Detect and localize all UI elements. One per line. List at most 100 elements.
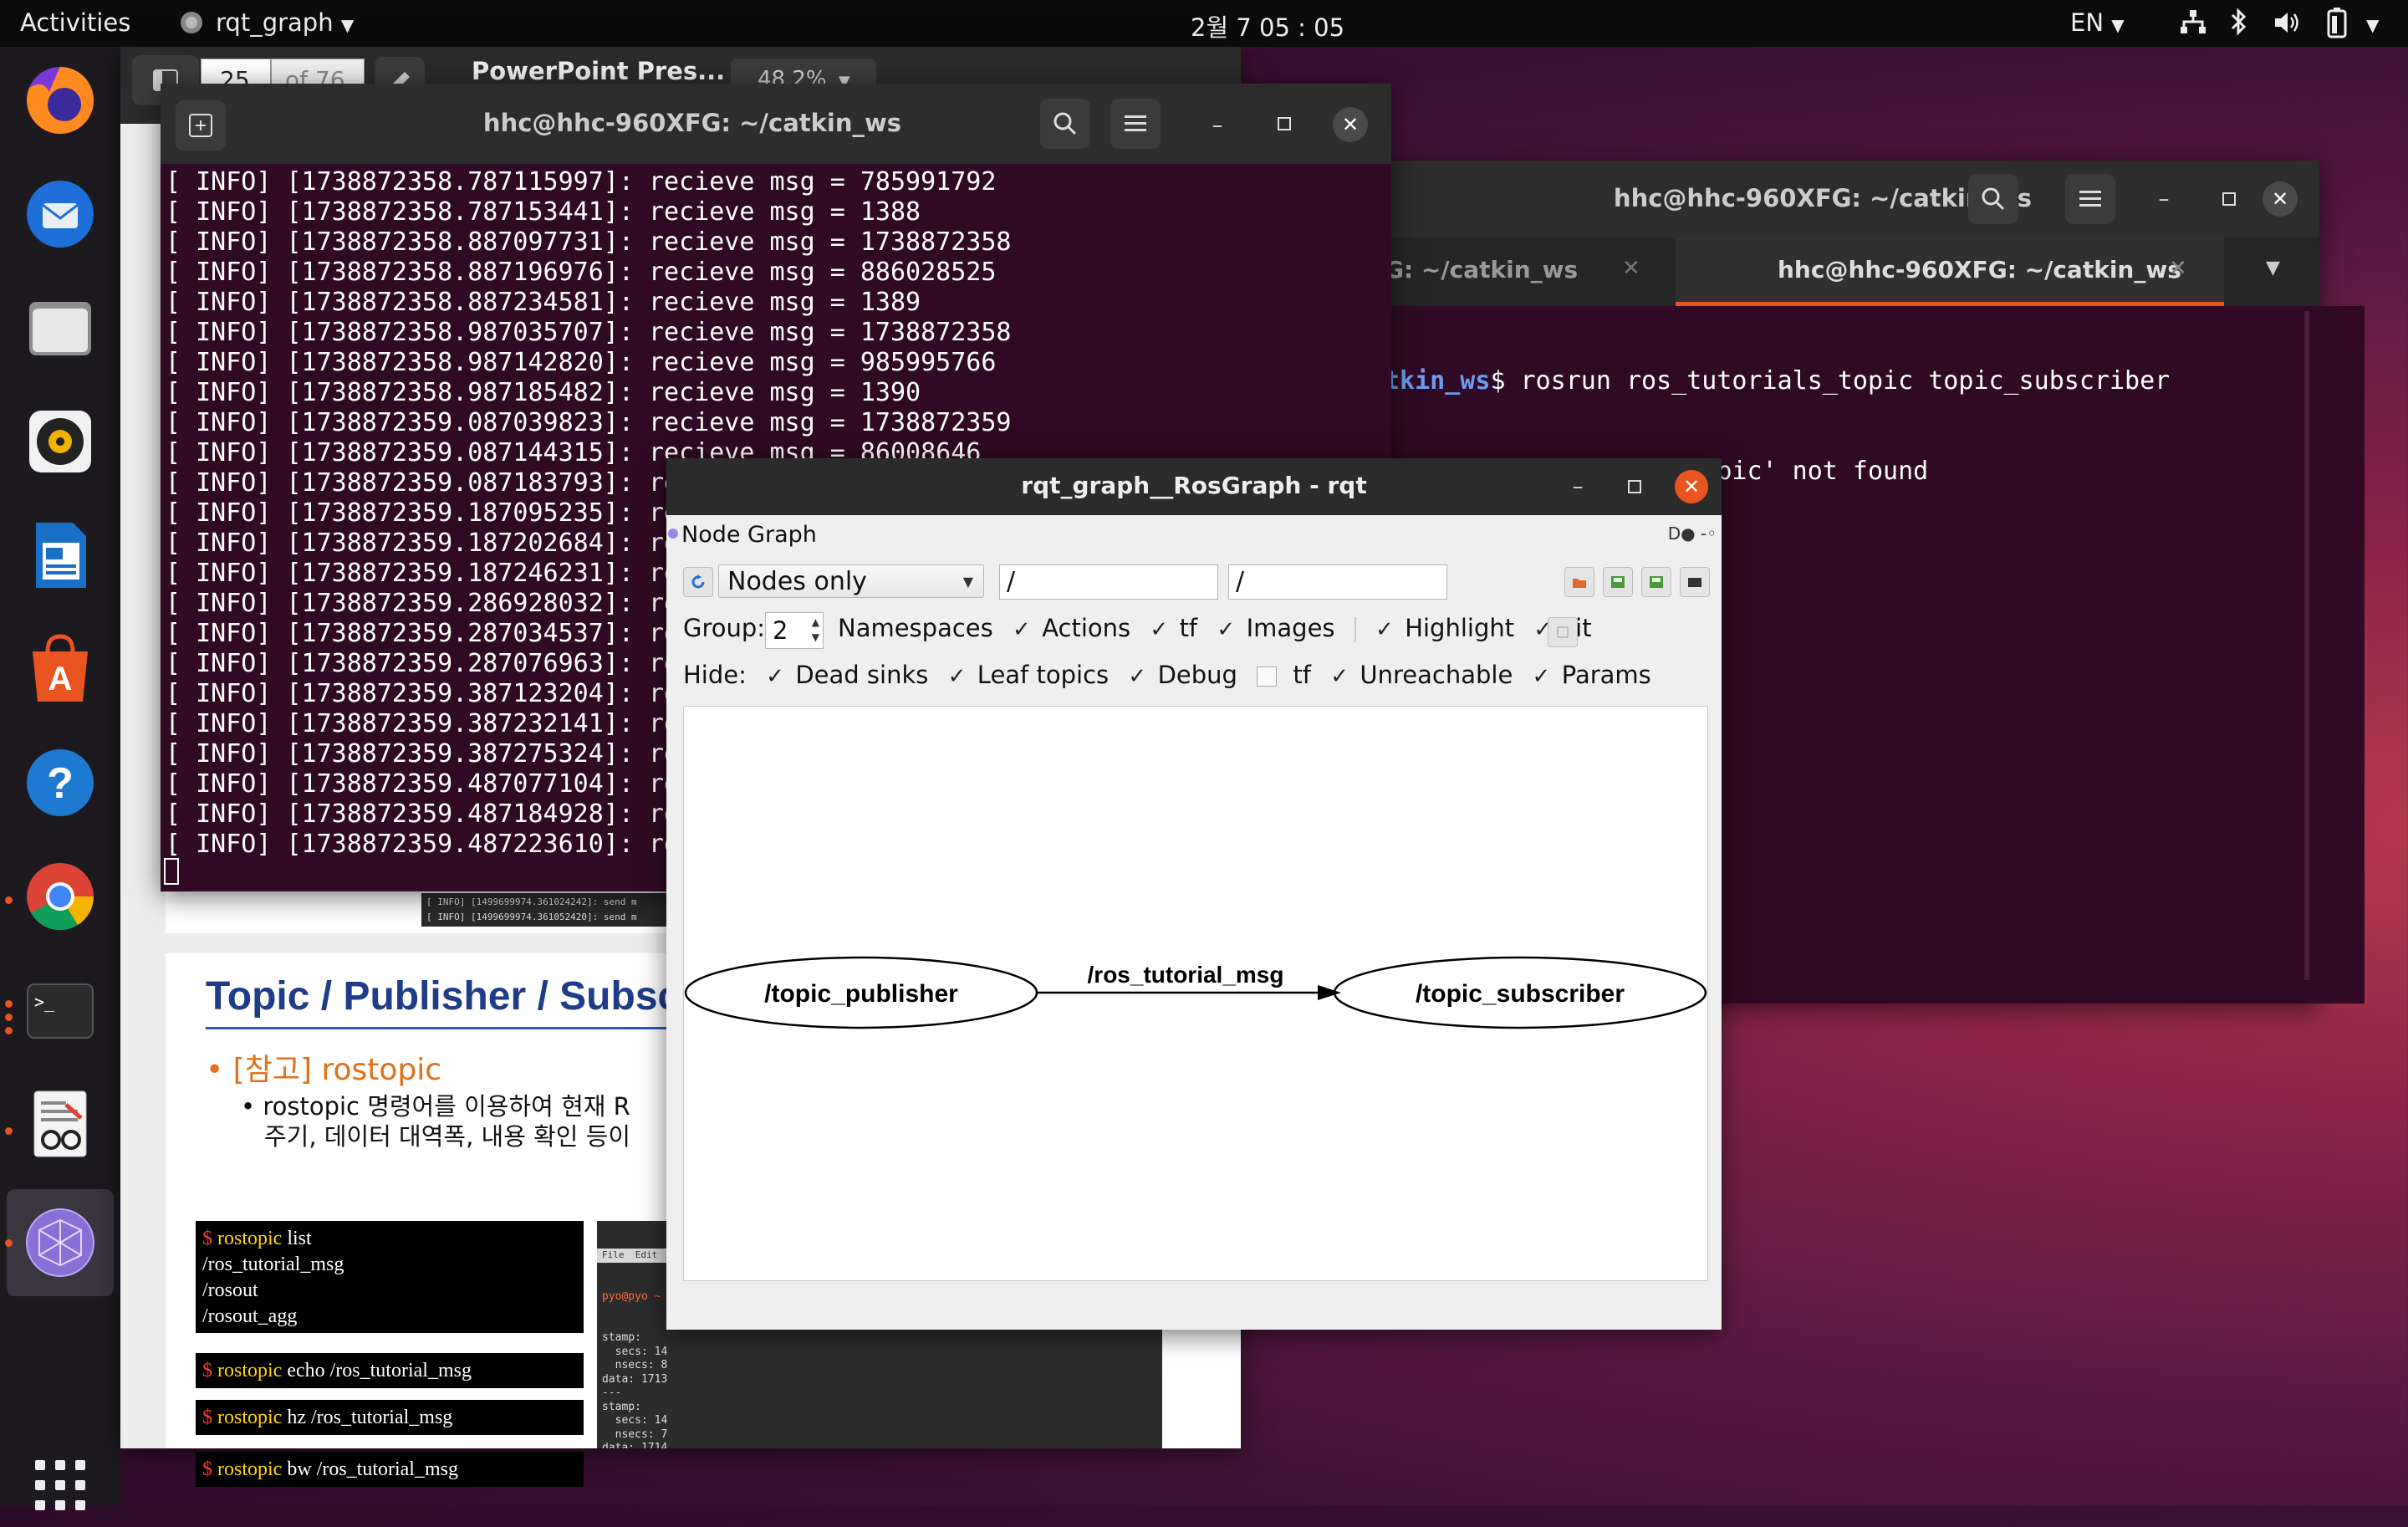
node-topic-subscriber[interactable]: /topic_subscriber: [1333, 956, 1707, 1029]
dollar-sign: $: [202, 1360, 212, 1381]
load-dot-icon[interactable]: [1564, 567, 1594, 597]
top-bar: Activities rqt_graph ▼ 2월 7 05 : 05 EN ▼…: [0, 0, 2408, 47]
images-checkbox[interactable]: ✓: [1217, 619, 1238, 641]
chevron-down-icon: ▼: [340, 15, 355, 35]
terminal-line: [ INFO] [1738872358.987185482]: recieve …: [166, 378, 921, 407]
namespace-filter-input[interactable]: /: [999, 564, 1218, 600]
code-box-bw: $ rostopic bw /ros_tutorial_msg: [196, 1452, 584, 1487]
code-keyword: rostopic: [217, 1228, 283, 1249]
debug-label: Debug: [1157, 661, 1237, 689]
language-menu[interactable]: EN ▼: [2070, 8, 2125, 37]
maximize-icon[interactable]: [1268, 107, 1301, 140]
terminal-icon[interactable]: >_: [18, 968, 102, 1052]
echo-line: stamp:: [602, 1331, 641, 1344]
minimize-icon[interactable]: –: [2147, 182, 2181, 216]
tf-checkbox[interactable]: ✓: [1150, 619, 1171, 641]
tabs-dropdown-icon[interactable]: ▼: [2266, 258, 2280, 278]
help-icon[interactable]: ?: [18, 741, 102, 825]
images-label: Images: [1246, 614, 1335, 642]
unreachable-checkbox[interactable]: ✓: [1330, 666, 1352, 687]
minimize-icon[interactable]: –: [1561, 470, 1594, 503]
group-label: Group:: [683, 614, 766, 642]
node-graph-panel-header: Node Graph D● -◦: [666, 520, 1722, 550]
document-viewer-icon[interactable]: [18, 1082, 102, 1166]
spin-arrows-icon[interactable]: ▲ ▼: [812, 615, 819, 645]
slide-small-terminal: [ INFO] [1499699974.361024242]: send m [ …: [421, 893, 697, 927]
params-checkbox[interactable]: ✓: [1533, 666, 1554, 687]
leaf-topics-label: Leaf topics: [977, 661, 1110, 689]
cursor: [164, 858, 179, 885]
close-icon[interactable]: ✕: [1333, 107, 1368, 142]
scrollbar[interactable]: [2304, 311, 2309, 980]
new-tab-icon[interactable]: [176, 100, 226, 151]
clock[interactable]: 2월 7 05 : 05: [1191, 8, 1344, 43]
tf-hide-checkbox[interactable]: [1257, 666, 1278, 687]
save-svg-icon[interactable]: [1641, 567, 1671, 597]
firefox-icon[interactable]: [18, 59, 102, 142]
app-menu-label: rqt_graph: [216, 8, 334, 37]
save-image-icon[interactable]: [1680, 567, 1710, 597]
chrome-icon[interactable]: [18, 855, 102, 938]
terminal-tabbar: G: ~/catkin_ws ✕ hhc@hhc-960XFG: ~/catki…: [1326, 237, 2319, 306]
terminal-back-title: hhc@hhc-960XFG: ~/catkin_ws: [1613, 184, 2033, 212]
files-icon[interactable]: [18, 286, 102, 370]
panel-controls[interactable]: D● -◦: [1668, 523, 1717, 544]
hamburger-menu-icon[interactable]: [2065, 174, 2115, 224]
tf-label: tf: [1179, 614, 1198, 642]
thunderbird-icon[interactable]: [18, 172, 102, 256]
show-applications-icon[interactable]: [18, 1443, 102, 1527]
terminal-front-titlebar: hhc@hhc-960XFG: ~/catkin_ws – ✕: [161, 84, 1391, 164]
maximize-icon[interactable]: [2212, 182, 2246, 216]
terminal-tab-2[interactable]: hhc@hhc-960XFG: ~/catkin_ws ✕: [1676, 237, 2224, 306]
refresh-icon[interactable]: [683, 567, 713, 597]
tab-close-icon[interactable]: ✕: [2169, 256, 2187, 281]
rqt-plugin-icon: [668, 529, 678, 539]
slide-bullet-2-cont: 주기, 데이터 대역폭, 내용 확인 등이: [264, 1122, 631, 1151]
debug-checkbox[interactable]: ✓: [1128, 666, 1150, 687]
dead-sinks-checkbox[interactable]: ✓: [766, 666, 788, 687]
software-center-icon[interactable]: A: [18, 627, 102, 711]
maximize-icon[interactable]: [1618, 470, 1651, 503]
echo-line: nsecs: 7: [602, 1427, 668, 1441]
echo-line: ---: [602, 1387, 622, 1399]
volume-icon[interactable]: [2273, 8, 2303, 43]
node-topic-publisher[interactable]: /topic_publisher: [684, 956, 1038, 1029]
edge-ros-tutorial-msg[interactable]: /ros_tutorial_msg: [1037, 962, 1341, 1000]
code-keyword: rostopic: [217, 1360, 283, 1381]
edge-label: /ros_tutorial_msg: [1088, 962, 1284, 988]
search-icon[interactable]: [1968, 174, 2018, 224]
namespaces-label: Namespaces: [838, 614, 993, 642]
writer-icon[interactable]: [18, 513, 102, 597]
highlight-label: Highlight: [1405, 614, 1515, 642]
topic-filter-input[interactable]: /: [1228, 564, 1447, 600]
bluetooth-icon[interactable]: [2229, 7, 2249, 43]
graph-canvas[interactable]: /topic_publisher /ros_tutorial_msg /topi…: [683, 706, 1708, 1281]
group-spinbox[interactable]: 2 ▲ ▼: [765, 612, 824, 649]
code-box-hz: $ rostopic hz /ros_tutorial_msg: [196, 1400, 584, 1435]
battery-icon[interactable]: [2326, 7, 2348, 44]
highlight-checkbox[interactable]: ✓: [1375, 619, 1397, 641]
terminal-line: [ INFO] [1738872358.887097731]: recieve …: [166, 227, 1012, 257]
terminal-tab-1-label: G: ~/catkin_ws: [1385, 256, 1579, 283]
rhythmbox-icon[interactable]: [18, 400, 102, 483]
svg-text:A: A: [48, 661, 73, 697]
save-dot-icon[interactable]: [1603, 567, 1633, 597]
group-value: 2: [773, 616, 788, 645]
search-icon[interactable]: [1040, 99, 1090, 149]
rqt-icon[interactable]: [18, 1201, 102, 1284]
activities-button[interactable]: Activities: [20, 8, 130, 37]
app-menu[interactable]: rqt_graph ▼: [216, 8, 354, 37]
close-icon[interactable]: ✕: [1675, 470, 1708, 503]
actions-checkbox[interactable]: ✓: [1013, 619, 1034, 641]
close-icon[interactable]: ✕: [2263, 181, 2298, 217]
leaf-topics-checkbox[interactable]: ✓: [948, 666, 970, 687]
hamburger-menu-icon[interactable]: [1110, 99, 1161, 149]
tab-close-icon[interactable]: ✕: [1622, 256, 1640, 281]
graph-mode-select[interactable]: Nodes only ▼: [718, 564, 984, 598]
system-menu-chevron-icon[interactable]: ▼: [2366, 8, 2379, 37]
fit-view-icon[interactable]: [1548, 617, 1578, 647]
echo-line: secs: 14: [602, 1414, 668, 1427]
minimize-icon[interactable]: –: [1201, 109, 1234, 142]
network-icon[interactable]: [2179, 8, 2207, 43]
code-line: /rosout: [202, 1279, 258, 1301]
